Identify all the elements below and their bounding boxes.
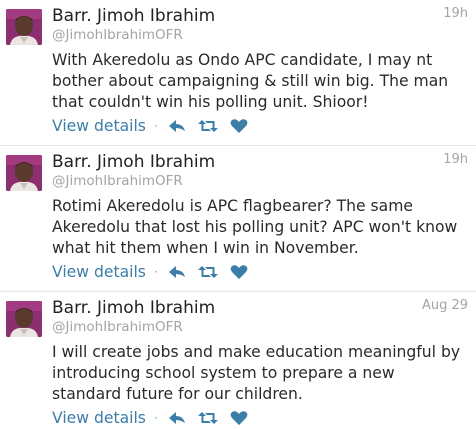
tweet-text-line: Akeredolu that lost his polling unit? AP… <box>52 218 458 236</box>
reply-icon[interactable] <box>167 264 187 280</box>
view-details-link[interactable]: View details <box>52 263 146 281</box>
tweet-text-line: what hit them when I win in November. <box>52 239 359 257</box>
tweet-feed: Barr. Jimoh Ibrahim @JimohIbrahimOFR 19h… <box>0 0 476 429</box>
avatar[interactable] <box>6 9 42 45</box>
tweet-text: With Akeredolu as Ondo APC candidate, I … <box>52 50 472 113</box>
retweet-icon[interactable] <box>197 264 218 280</box>
author-handle[interactable]: @JimohIbrahimOFR <box>52 173 183 189</box>
author-handle[interactable]: @JimohIbrahimOFR <box>52 27 183 43</box>
retweet-icon[interactable] <box>197 118 218 134</box>
tweet-actions: View details · <box>52 262 260 282</box>
tweet-text: I will create jobs and make education me… <box>52 342 472 405</box>
author-handle[interactable]: @JimohIbrahimOFR <box>52 319 183 335</box>
avatar[interactable] <box>6 301 42 337</box>
tweet-text-line: I will create jobs and make education me… <box>52 343 461 361</box>
tweet-item[interactable]: Barr. Jimoh Ibrahim @JimohIbrahimOFR Aug… <box>0 292 476 429</box>
tweet-text-line: bother about campaigning & still win big… <box>52 72 449 90</box>
author-name[interactable]: Barr. Jimoh Ibrahim <box>52 6 215 26</box>
view-details-link[interactable]: View details <box>52 117 146 135</box>
favorite-icon[interactable] <box>229 118 249 134</box>
tweet-text-line: With Akeredolu as Ondo APC candidate, I … <box>52 51 433 69</box>
reply-icon[interactable] <box>167 410 187 426</box>
separator-dot: · <box>153 119 158 133</box>
timestamp[interactable]: Aug 29 <box>422 298 468 313</box>
tweet-text-line: introducing school system to prepare a n… <box>52 364 395 382</box>
retweet-icon[interactable] <box>197 410 218 426</box>
favorite-icon[interactable] <box>229 410 249 426</box>
tweet-item[interactable]: Barr. Jimoh Ibrahim @JimohIbrahimOFR 19h… <box>0 0 476 146</box>
tweet-item[interactable]: Barr. Jimoh Ibrahim @JimohIbrahimOFR 19h… <box>0 146 476 292</box>
tweet-text-line: Rotimi Akeredolu is APC flagbearer? The … <box>52 197 413 215</box>
separator-dot: · <box>153 265 158 279</box>
avatar[interactable] <box>6 155 42 191</box>
author-name[interactable]: Barr. Jimoh Ibrahim <box>52 298 215 318</box>
timestamp[interactable]: 19h <box>443 152 468 167</box>
tweet-actions: View details · <box>52 116 260 136</box>
tweet-text-line: standard future for our children. <box>52 385 303 403</box>
reply-icon[interactable] <box>167 118 187 134</box>
favorite-icon[interactable] <box>229 264 249 280</box>
view-details-link[interactable]: View details <box>52 409 146 427</box>
tweet-actions: View details · <box>52 408 260 428</box>
tweet-text: Rotimi Akeredolu is APC flagbearer? The … <box>52 196 472 259</box>
separator-dot: · <box>153 411 158 425</box>
tweet-text-line: that couldn't win his polling unit. Shio… <box>52 93 369 111</box>
timestamp[interactable]: 19h <box>443 6 468 21</box>
author-name[interactable]: Barr. Jimoh Ibrahim <box>52 152 215 172</box>
